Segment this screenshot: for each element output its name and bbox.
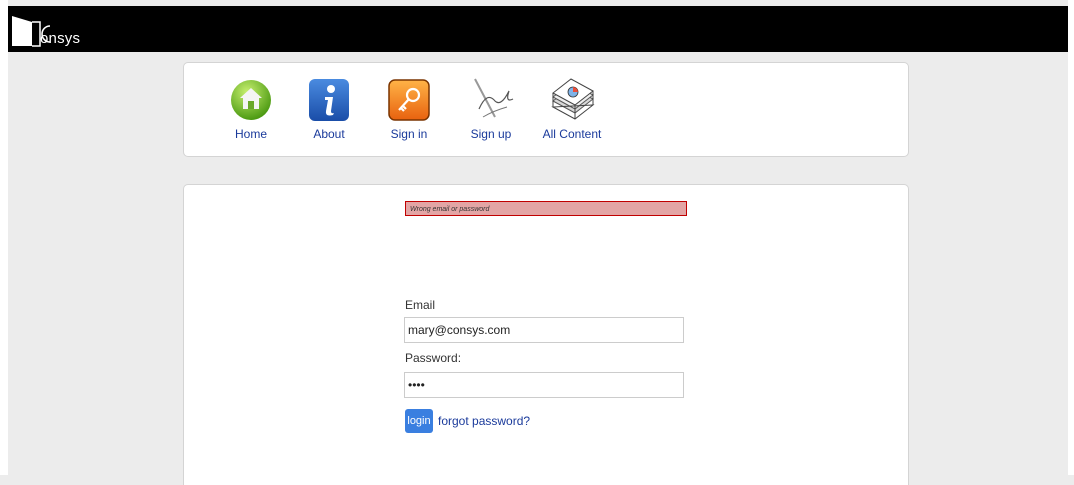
nav-home-label[interactable]: Home <box>211 127 291 141</box>
nav-sign-in-label[interactable]: Sign in <box>369 127 449 141</box>
email-field[interactable]: mary@consys.com <box>404 317 684 343</box>
home-icon <box>231 80 271 120</box>
forgot-password-link[interactable]: forgot password? <box>438 414 530 428</box>
content-icon <box>551 78 595 120</box>
password-field[interactable]: •••• <box>404 372 684 398</box>
nav-home[interactable]: Home <box>211 77 291 141</box>
nav-sign-up[interactable]: Sign up <box>451 77 531 141</box>
logo-text: onsys <box>40 30 81 47</box>
error-message: Wrong email or password <box>405 201 687 216</box>
nav-about-label[interactable]: About <box>289 127 369 141</box>
nav-all-content-label[interactable]: All Content <box>532 127 612 141</box>
password-label: Password: <box>405 351 462 365</box>
key-icon <box>388 79 430 121</box>
consys-logo[interactable]: onsys <box>10 12 90 50</box>
nav-panel: Home About Sign in Sign up All Content <box>183 62 909 157</box>
nav-all-content[interactable]: All Content <box>532 77 612 141</box>
signature-icon <box>474 78 514 118</box>
top-bar: onsys <box>8 6 1068 52</box>
right-margin <box>1068 0 1074 475</box>
email-label: Email <box>405 298 436 312</box>
nav-about[interactable]: About <box>289 77 369 141</box>
login-panel: Wrong email or password Email mary@consy… <box>183 184 909 485</box>
nav-sign-in[interactable]: Sign in <box>369 77 449 141</box>
login-button[interactable]: login <box>405 409 433 433</box>
nav-sign-up-label[interactable]: Sign up <box>451 127 531 141</box>
info-icon <box>309 79 349 121</box>
left-margin <box>0 0 8 475</box>
